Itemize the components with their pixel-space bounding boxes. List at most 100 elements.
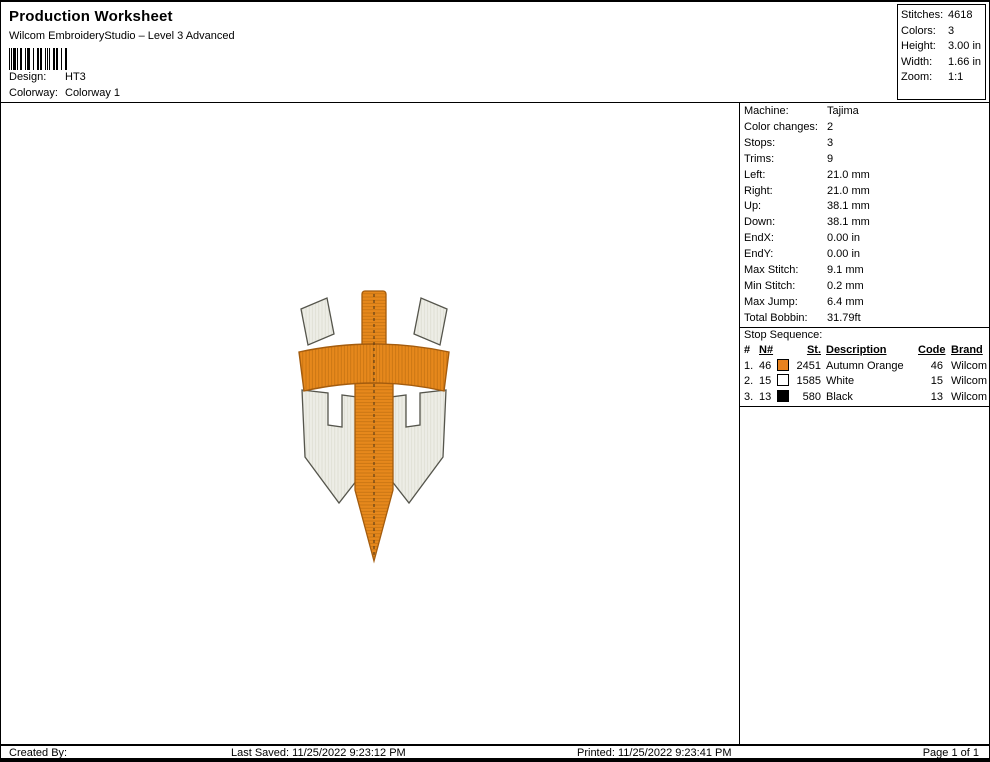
stat-value: 1:1 bbox=[948, 70, 963, 86]
design-label: Design: bbox=[9, 70, 65, 86]
colorway-label: Colorway: bbox=[9, 86, 65, 102]
row-num: 2. bbox=[744, 374, 759, 390]
info-label: Right: bbox=[744, 184, 827, 200]
row-stitches: 1585 bbox=[796, 374, 821, 390]
info-label: Down: bbox=[744, 215, 827, 231]
info-value: 0.00 in bbox=[827, 247, 860, 263]
colorway-value: Colorway 1 bbox=[65, 86, 120, 102]
row-num: 1. bbox=[744, 359, 759, 375]
machine-info-list: Machine:Tajima Color changes:2 Stops:3 T… bbox=[740, 103, 989, 328]
design-top-right-piece bbox=[414, 298, 447, 345]
row-brand: Wilcom bbox=[951, 359, 987, 375]
info-value: 6.4 mm bbox=[827, 295, 864, 311]
info-value: 0.00 in bbox=[827, 231, 860, 247]
design-right-wing bbox=[391, 390, 446, 503]
stat-label: Width: bbox=[901, 55, 948, 71]
info-value: 38.1 mm bbox=[827, 215, 870, 231]
info-value: 9 bbox=[827, 152, 833, 168]
row-code: 15 bbox=[918, 374, 943, 390]
col-header-code: Code bbox=[918, 343, 943, 359]
info-value: 2 bbox=[827, 120, 833, 136]
color-swatch-autumn-orange bbox=[777, 359, 789, 371]
design-left-wing bbox=[302, 390, 357, 503]
info-label: Left: bbox=[744, 168, 827, 184]
stat-row-width: Width:1.66 in bbox=[901, 55, 985, 71]
info-value: Tajima bbox=[827, 104, 859, 120]
info-label: Machine: bbox=[744, 104, 827, 120]
stat-value: 1.66 in bbox=[948, 55, 981, 71]
col-header-description: Description bbox=[826, 343, 918, 359]
machine-info-row: Max Stitch:9.1 mm bbox=[740, 263, 989, 279]
col-header-st: St. bbox=[796, 343, 821, 359]
stop-sequence-row: 3. 13 580 Black 13 Wilcom bbox=[740, 390, 989, 406]
info-label: Up: bbox=[744, 199, 827, 215]
col-header-brand: Brand bbox=[951, 343, 983, 359]
stat-label: Zoom: bbox=[901, 70, 948, 86]
thread-swatch bbox=[777, 374, 796, 390]
stat-value: 3 bbox=[948, 24, 954, 40]
row-n: 13 bbox=[759, 390, 777, 406]
stat-value: 3.00 in bbox=[948, 39, 981, 55]
footer: Created By: Last Saved: 11/25/2022 9:23:… bbox=[1, 744, 989, 761]
info-value: 21.0 mm bbox=[827, 168, 870, 184]
row-stitches: 2451 bbox=[796, 359, 821, 375]
info-value: 21.0 mm bbox=[827, 184, 870, 200]
row-n: 15 bbox=[759, 374, 777, 390]
design-top-left-piece bbox=[301, 298, 334, 345]
machine-info-row: Color changes:2 bbox=[740, 120, 989, 136]
page-number: Page 1 of 1 bbox=[923, 747, 979, 759]
info-label: Stops: bbox=[744, 136, 827, 152]
info-label: Total Bobbin: bbox=[744, 311, 827, 327]
stat-value: 4618 bbox=[948, 8, 972, 24]
stat-row-zoom: Zoom:1:1 bbox=[901, 70, 985, 86]
stop-sequence-title: Stop Sequence: bbox=[744, 328, 989, 344]
color-swatch-black bbox=[777, 390, 789, 402]
row-description: White bbox=[826, 374, 918, 390]
stop-sequence-section: Stop Sequence: # N# St. Description Code… bbox=[740, 328, 989, 408]
page-title: Production Worksheet bbox=[1, 2, 989, 25]
info-value: 0.2 mm bbox=[827, 279, 864, 295]
row-code: 13 bbox=[918, 390, 943, 406]
design-value: HT3 bbox=[65, 70, 86, 86]
production-worksheet-page: Production Worksheet Wilcom EmbroiderySt… bbox=[0, 0, 990, 762]
row-description: Black bbox=[826, 390, 918, 406]
machine-info-row: Right:21.0 mm bbox=[740, 184, 989, 200]
info-value: 3 bbox=[827, 136, 833, 152]
info-label: Max Jump: bbox=[744, 295, 827, 311]
row-brand: Wilcom bbox=[951, 390, 987, 406]
design-canvas bbox=[1, 103, 739, 744]
design-stats-box: Stitches:4618 Colors:3 Height:3.00 in Wi… bbox=[897, 4, 986, 100]
embroidery-design-sword-cross bbox=[298, 289, 450, 565]
row-n: 46 bbox=[759, 359, 777, 375]
created-by-label: Created By: bbox=[9, 747, 67, 759]
machine-info-row: Up:38.1 mm bbox=[740, 199, 989, 215]
info-value: 9.1 mm bbox=[827, 263, 864, 279]
machine-info-row: EndY:0.00 in bbox=[740, 247, 989, 263]
thread-swatch bbox=[777, 390, 796, 406]
col-header-n: N# bbox=[759, 343, 777, 359]
machine-info-row: Min Stitch:0.2 mm bbox=[740, 279, 989, 295]
barcode bbox=[9, 48, 67, 70]
col-header-num: # bbox=[744, 343, 759, 359]
machine-info-row: Machine:Tajima bbox=[740, 104, 989, 120]
app-subtitle: Wilcom EmbroideryStudio – Level 3 Advanc… bbox=[1, 25, 989, 42]
row-brand: Wilcom bbox=[951, 374, 987, 390]
row-description: Autumn Orange bbox=[826, 359, 918, 375]
row-stitches: 580 bbox=[796, 390, 821, 406]
body: Machine:Tajima Color changes:2 Stops:3 T… bbox=[1, 103, 989, 744]
stop-sequence-row: 1. 46 2451 Autumn Orange 46 Wilcom bbox=[740, 359, 989, 375]
stat-label: Height: bbox=[901, 39, 948, 55]
machine-info-row: Down:38.1 mm bbox=[740, 215, 989, 231]
info-label: EndX: bbox=[744, 231, 827, 247]
stat-row-colors: Colors:3 bbox=[901, 24, 985, 40]
row-code: 46 bbox=[918, 359, 943, 375]
machine-info-row: EndX:0.00 in bbox=[740, 231, 989, 247]
info-label: Trims: bbox=[744, 152, 827, 168]
row-num: 3. bbox=[744, 390, 759, 406]
stop-sequence-header-row: # N# St. Description Code Brand bbox=[740, 343, 989, 359]
info-label: Min Stitch: bbox=[744, 279, 827, 295]
printed-text: Printed: 11/25/2022 9:23:41 PM bbox=[577, 747, 732, 759]
machine-info-row: Trims:9 bbox=[740, 152, 989, 168]
design-row: Design: HT3 bbox=[1, 70, 989, 86]
stat-row-stitches: Stitches:4618 bbox=[901, 8, 985, 24]
